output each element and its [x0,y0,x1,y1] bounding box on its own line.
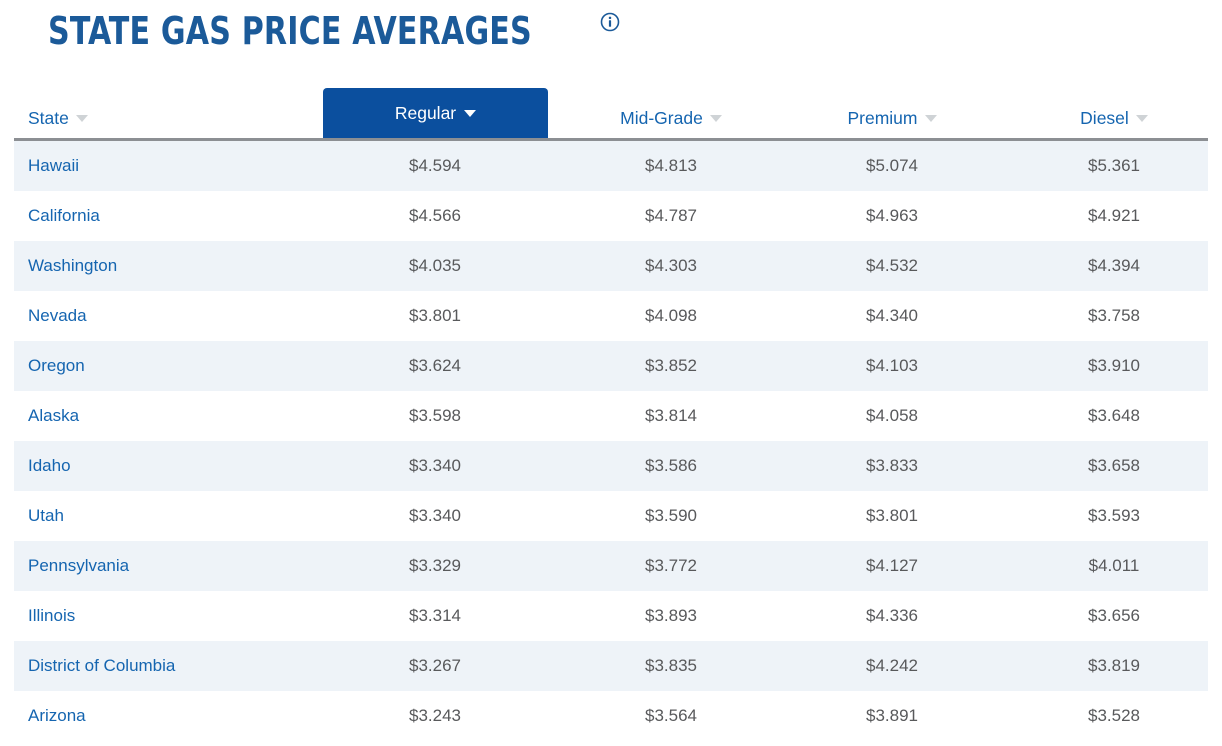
price-cell-premium: $4.242 [866,656,918,675]
state-gas-price-averages-page: STATE GAS PRICE AVERAGES State Regular M… [0,0,1222,746]
column-header-state-label: State [28,108,69,128]
price-cell-diesel: $5.361 [1088,156,1140,175]
price-cell-regular: $3.624 [409,356,461,375]
price-cell-midgrade: $4.303 [645,256,697,275]
price-cell-regular: $3.340 [409,456,461,475]
price-cell-midgrade: $3.586 [645,456,697,475]
price-cell-midgrade: $4.098 [645,306,697,325]
price-cell-diesel: $3.910 [1088,356,1140,375]
price-cell-premium: $3.833 [866,456,918,475]
table-row: Alaska $3.598 $3.814 $4.058 $3.648 [14,391,1208,441]
price-cell-regular: $3.598 [409,406,461,425]
price-cell-midgrade: $3.590 [645,506,697,525]
column-header-diesel[interactable]: Diesel [1003,108,1222,129]
price-cell-premium: $4.340 [866,306,918,325]
table-row: Arizona $3.243 $3.564 $3.891 $3.528 [14,691,1208,741]
price-cell-regular: $3.267 [409,656,461,675]
column-header-premium[interactable]: Premium [781,108,1003,129]
table-row: Pennsylvania $3.329 $3.772 $4.127 $4.011 [14,541,1208,591]
page-title: STATE GAS PRICE AVERAGES [48,9,532,53]
price-cell-regular: $3.314 [409,606,461,625]
info-circle-icon[interactable] [600,12,620,32]
price-cell-premium: $4.058 [866,406,918,425]
price-cell-premium: $4.532 [866,256,918,275]
price-cell-regular: $3.801 [409,306,461,325]
price-cell-premium: $4.336 [866,606,918,625]
column-header-premium-label: Premium [847,108,918,128]
column-header-diesel-label: Diesel [1080,108,1129,128]
table-row: Oregon $3.624 $3.852 $4.103 $3.910 [14,341,1208,391]
price-cell-regular: $4.594 [409,156,461,175]
price-cell-diesel: $3.658 [1088,456,1140,475]
price-cell-diesel: $3.656 [1088,606,1140,625]
column-header-state[interactable]: State [28,108,88,129]
price-cell-midgrade: $3.835 [645,656,697,675]
price-cell-diesel: $3.819 [1088,656,1140,675]
table-row: Washington $4.035 $4.303 $4.532 $4.394 [14,241,1208,291]
page-header: STATE GAS PRICE AVERAGES [48,8,620,54]
price-cell-premium: $3.801 [866,506,918,525]
state-link[interactable]: Utah [28,491,64,541]
state-link[interactable]: Arizona [28,691,86,741]
table-header-row: State Regular Mid-Grade Premium Diesel [14,88,1208,141]
table-row: Illinois $3.314 $3.893 $4.336 $3.656 [14,591,1208,641]
table-row: Utah $3.340 $3.590 $3.801 $3.593 [14,491,1208,541]
price-cell-midgrade: $3.564 [645,706,697,725]
state-link[interactable]: Nevada [28,291,87,341]
price-cell-diesel: $4.011 [1088,556,1140,575]
table-row: District of Columbia $3.267 $3.835 $4.242 $3… [14,641,1208,691]
table-row: Nevada $3.801 $4.098 $4.340 $3.758 [14,291,1208,341]
price-cell-regular: $3.243 [409,706,461,725]
table-body: Hawaii $4.594 $4.813 $5.074 $5.361 California… [14,141,1208,741]
state-link[interactable]: California [28,191,100,241]
chevron-down-icon [464,109,477,117]
state-link[interactable]: Pennsylvania [28,541,129,591]
price-cell-diesel: $4.921 [1088,206,1140,225]
state-link[interactable]: Washington [28,241,117,291]
chevron-down-icon [1135,115,1148,122]
price-cell-midgrade: $3.772 [645,556,697,575]
table-row: Idaho $3.340 $3.586 $3.833 $3.658 [14,441,1208,491]
price-cell-regular: $4.566 [409,206,461,225]
gas-price-table: State Regular Mid-Grade Premium Diesel H… [14,88,1208,741]
chevron-down-icon [924,115,937,122]
price-cell-midgrade: $3.852 [645,356,697,375]
state-link[interactable]: District of Columbia [28,641,175,691]
state-link[interactable]: Idaho [28,441,71,491]
price-cell-regular: $4.035 [409,256,461,275]
price-cell-premium: $3.891 [866,706,918,725]
state-link[interactable]: Oregon [28,341,85,391]
price-cell-regular: $3.329 [409,556,461,575]
column-header-midgrade[interactable]: Mid-Grade [560,108,782,129]
column-header-regular[interactable]: Regular [323,88,548,138]
price-cell-premium: $5.074 [866,156,918,175]
column-header-midgrade-label: Mid-Grade [620,108,703,128]
table-row: California $4.566 $4.787 $4.963 $4.921 [14,191,1208,241]
price-cell-diesel: $3.593 [1088,506,1140,525]
price-cell-midgrade: $3.814 [645,406,697,425]
price-cell-diesel: $4.394 [1088,256,1140,275]
state-link[interactable]: Illinois [28,591,75,641]
price-cell-regular: $3.340 [409,506,461,525]
chevron-down-icon [75,115,88,122]
column-header-regular-label: Regular [394,102,457,123]
chevron-down-icon [709,115,722,122]
state-link[interactable]: Hawaii [28,141,79,191]
price-cell-midgrade: $4.813 [645,156,697,175]
price-cell-midgrade: $4.787 [645,206,697,225]
price-cell-diesel: $3.758 [1088,306,1140,325]
price-cell-premium: $4.103 [866,356,918,375]
price-cell-diesel: $3.648 [1088,406,1140,425]
price-cell-diesel: $3.528 [1088,706,1140,725]
price-cell-midgrade: $3.893 [645,606,697,625]
state-link[interactable]: Alaska [28,391,79,441]
price-cell-premium: $4.127 [866,556,918,575]
table-row: Hawaii $4.594 $4.813 $5.074 $5.361 [14,141,1208,191]
price-cell-premium: $4.963 [866,206,918,225]
